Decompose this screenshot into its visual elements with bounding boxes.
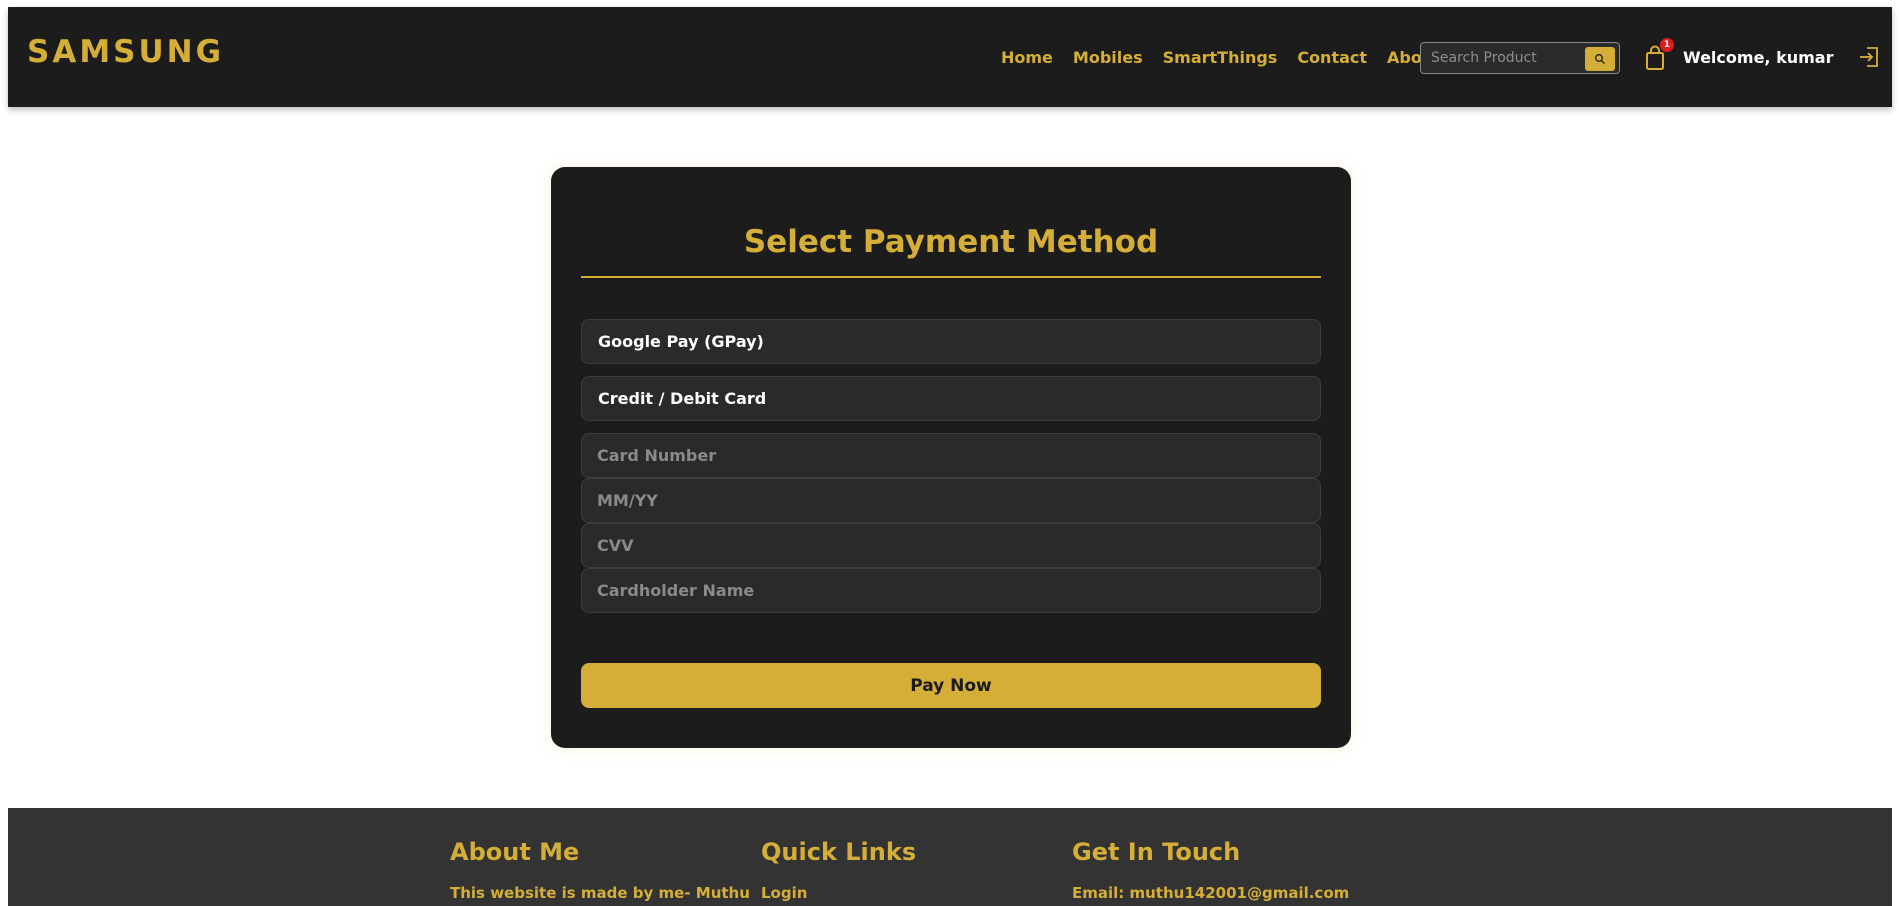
quick-links-heading: Quick Links [761,838,917,866]
nav-home[interactable]: Home [1001,48,1053,67]
page-title: Select Payment Method [743,224,1159,260]
logout-icon [1860,47,1878,67]
footer: About Me This website is made by me- Mut… [8,808,1892,906]
gpay-option[interactable]: Google Pay (GPay) [581,319,1321,364]
footer-quick-links: Quick Links Login [761,838,916,902]
contact-heading: Get In Touch [1072,838,1241,866]
samsung-logo[interactable]: SAMSUNG [27,37,224,68]
cardholder-name-input[interactable] [581,568,1321,613]
search-icon [1595,54,1605,64]
contact-email[interactable]: Email: muthu142001@gmail.com [1072,884,1349,902]
expiry-input[interactable] [581,478,1321,523]
nav-contact[interactable]: Contact [1297,48,1367,67]
footer-contact: Get In Touch Email: muthu142001@gmail.co… [1072,838,1349,902]
card-option[interactable]: Credit / Debit Card [581,376,1321,421]
welcome-text: Welcome, kumar [1683,48,1834,67]
title-divider [581,276,1321,278]
footer-link-login[interactable]: Login [761,884,916,902]
about-heading: About Me [450,838,580,866]
cvv-input[interactable] [581,523,1321,568]
footer-about: About Me This website is made by me- Mut… [450,838,750,902]
search-box [1420,42,1620,74]
payment-card: Select Payment Method Google Pay (GPay) … [551,167,1351,748]
top-navbar: SAMSUNG Home Mobiles SmartThings Contact… [8,7,1892,107]
nav-mobiles[interactable]: Mobiles [1073,48,1143,67]
search-input[interactable] [1421,43,1581,73]
nav-links: Home Mobiles SmartThings Contact About [1001,7,1441,107]
pay-now-button[interactable]: Pay Now [581,663,1321,708]
nav-smartthings[interactable]: SmartThings [1163,48,1278,67]
cart-count-badge: 1 [1660,38,1674,52]
search-button[interactable] [1585,47,1615,71]
logout-button[interactable] [1858,45,1880,69]
about-text: This website is made by me- Muthu [450,884,750,902]
card-number-input[interactable] [581,433,1321,478]
